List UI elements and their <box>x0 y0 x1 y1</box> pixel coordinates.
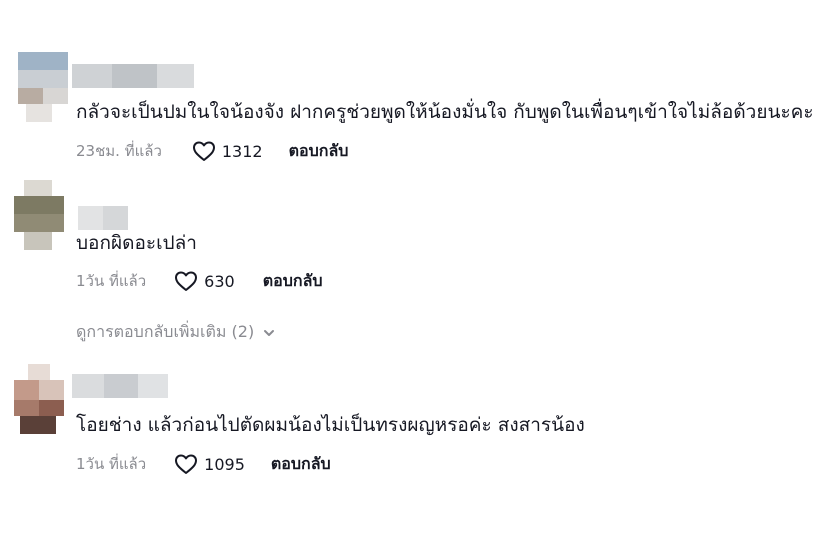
avatar[interactable] <box>18 52 68 122</box>
like-button[interactable]: 630 <box>174 270 235 292</box>
heart-outline-icon <box>175 454 198 474</box>
view-more-replies-button[interactable]: ดูการตอบกลับเพิ่มเติม (2) <box>76 320 276 345</box>
chevron-down-icon <box>264 329 275 336</box>
username-blurred[interactable] <box>78 206 128 230</box>
comment-time: 1วัน ที่แล้ว <box>76 272 147 290</box>
comment-time: 1วัน ที่แล้ว <box>76 455 147 473</box>
avatar[interactable] <box>14 180 64 250</box>
reply-button[interactable]: ตอบกลับ <box>289 139 349 164</box>
username-blurred[interactable] <box>72 64 194 88</box>
comment-text: บอกผิดอะเปล่า <box>76 232 197 254</box>
heart-outline-icon <box>192 141 215 161</box>
view-more-replies-label: ดูการตอบกลับเพิ่มเติม (2) <box>76 322 255 341</box>
comment-meta: 1วัน ที่แล้ว 630 ตอบกลับ <box>76 268 323 294</box>
username-blurred[interactable] <box>72 374 168 398</box>
like-count: 1095 <box>204 454 245 474</box>
comment-text: กลัวจะเป็นปมในใจน้องจัง ฝากครูช่วยพูดให้… <box>76 101 814 123</box>
comment-meta: 1วัน ที่แล้ว 1095 ตอบกลับ <box>76 451 331 477</box>
heart-outline-icon <box>175 271 198 291</box>
reply-button[interactable]: ตอบกลับ <box>271 452 331 477</box>
like-count: 1312 <box>221 141 263 161</box>
like-button[interactable]: 1312 <box>192 140 263 162</box>
comment-meta: 23ชม. ที่แล้ว 1312 ตอบกลับ <box>76 138 348 164</box>
like-count: 630 <box>204 271 235 291</box>
avatar[interactable] <box>14 364 64 434</box>
comment-text: โอยช่าง แล้วก่อนไปตัดผมน้องไม่เป็นทรงผญห… <box>76 414 585 436</box>
comment-time: 23ชม. ที่แล้ว <box>76 142 162 160</box>
like-button[interactable]: 1095 <box>174 453 245 475</box>
reply-button[interactable]: ตอบกลับ <box>263 269 323 294</box>
